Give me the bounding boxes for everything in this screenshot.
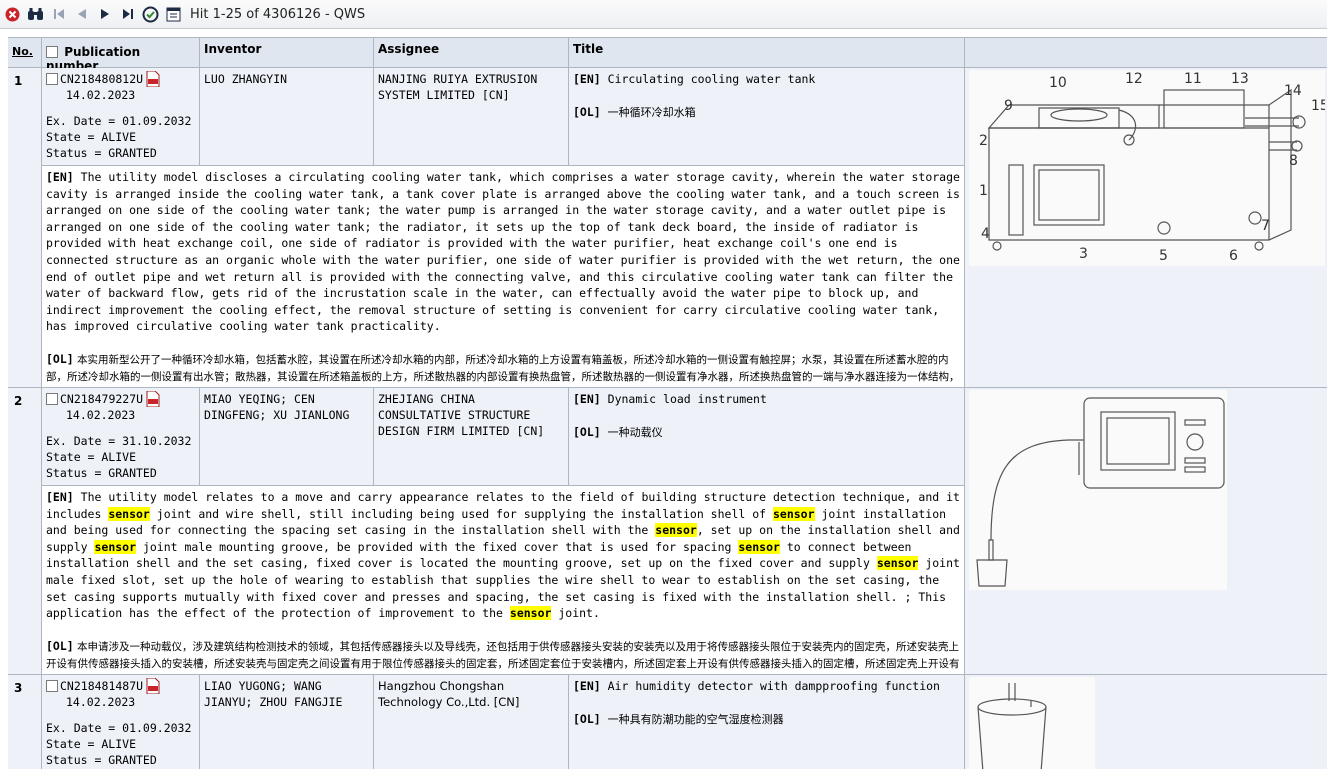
header-assignee[interactable]: Assignee — [374, 38, 569, 68]
publication-date: 14.02.2023 — [66, 695, 136, 709]
publication-number-link[interactable]: CN218479227U — [60, 392, 143, 406]
abstract-en: The utility model relates to a move and … — [46, 490, 960, 621]
header-inventor[interactable]: Inventor — [200, 38, 374, 68]
binoculars-icon[interactable] — [27, 6, 44, 23]
row-number: 3 — [8, 675, 42, 769]
publication-number-link[interactable]: CN218480812U — [60, 72, 143, 86]
abstract-cell: [EN] The utility model relates to a move… — [42, 486, 965, 675]
patent-drawing-water-tank[interactable]: 101211131415928143567 — [969, 70, 1327, 266]
abstract-text-segment: joint and wire shell, still including be… — [149, 506, 773, 521]
header-no[interactable]: No. — [8, 38, 42, 68]
search-term-highlight: sensor — [108, 506, 150, 521]
figure-callout-label: 3 — [1079, 246, 1088, 262]
row-number: 1 — [8, 68, 42, 388]
inventor-cell: LUO ZHANGYIN — [200, 68, 374, 166]
title-en: Air humidity detector with dampproofing … — [607, 679, 940, 693]
toolbar: Hit 1-25 of 4306126 - QWS — [0, 0, 1327, 29]
close-icon[interactable] — [4, 6, 21, 23]
figure-callout-label: 9 — [1004, 98, 1013, 114]
abstract-text-segment: joint male mounting groove, be provided … — [136, 539, 739, 554]
pdf-icon[interactable] — [146, 70, 160, 88]
header-image — [965, 38, 1327, 68]
legal-state: State = ALIVE — [46, 737, 137, 751]
inventor-cell: MIAO YEQING; CEN DINGFENG; XU JIANLONG — [200, 388, 374, 486]
title-en: Dynamic load instrument — [607, 392, 767, 406]
header-title[interactable]: Title — [569, 38, 965, 68]
expiry-date: Ex. Date = 01.09.2032 — [46, 114, 192, 128]
title-cell: [EN] Air humidity detector with dampproo… — [569, 675, 965, 769]
figure-callout-label: 10 — [1049, 75, 1067, 91]
figure-callout-label: 1 — [979, 183, 988, 199]
pdf-icon[interactable] — [146, 390, 160, 408]
last-page-icon[interactable] — [119, 6, 136, 23]
inventor-cell: LIAO YUGONG; WANG JIANYU; ZHOU FANGJIE — [200, 675, 374, 769]
pdf-icon[interactable] — [146, 677, 160, 695]
expiry-date: Ex. Date = 31.10.2032 — [46, 434, 192, 448]
assignee-cell: ZHEJIANG CHINA CONSULTATIVE STRUCTURE DE… — [374, 388, 569, 486]
image-cell — [965, 675, 1327, 769]
publication-cell: CN218481487U 14.02.2023 Ex. Date = 01.09… — [42, 675, 200, 769]
figure-callout-label: 2 — [979, 133, 988, 149]
search-term-highlight: sensor — [655, 523, 697, 538]
figure-callout-label: 6 — [1229, 248, 1238, 264]
figure-callout-label: 4 — [981, 226, 990, 242]
title-cell: [EN] Circulating cooling water tank [OL]… — [569, 68, 965, 166]
expiry-date: Ex. Date = 01.09.2032 — [46, 721, 192, 735]
abstract-en: The utility model discloses a circulatin… — [46, 170, 960, 334]
window-title: Hit 1-25 of 4306126 - QWS — [190, 6, 366, 22]
assignee-cell: NANJING RUIYA EXTRUSION SYSTEM LIMITED [… — [374, 68, 569, 166]
abstract-cell: [EN] The utility model discloses a circu… — [42, 166, 965, 388]
publication-cell: CN218480812U 14.02.2023 Ex. Date = 01.09… — [42, 68, 200, 166]
abstract-ol: 本申请涉及一种动载仪，涉及建筑结构检测技术的领域，其包括传感器接头以及导线壳，还… — [46, 640, 960, 670]
search-term-highlight: sensor — [509, 606, 552, 621]
abstract-text-segment: joint. — [551, 606, 600, 621]
results-table: No. Publication number Inventor Assignee… — [8, 37, 1327, 769]
figure-callout-label: 11 — [1184, 71, 1202, 87]
publication-number-link[interactable]: CN218481487U — [60, 679, 143, 693]
title-ol: 一种具有防潮功能的空气湿度检测器 — [607, 713, 784, 726]
row-checkbox[interactable] — [46, 393, 58, 405]
header-publication-number[interactable]: Publication number — [42, 38, 200, 73]
row-number: 2 — [8, 388, 42, 675]
search-term-highlight: sensor — [876, 556, 919, 571]
figure-callout-label: 7 — [1261, 218, 1270, 234]
previous-page-icon[interactable] — [73, 6, 90, 23]
document-calendar-icon — [165, 6, 182, 23]
legal-state: State = ALIVE — [46, 450, 137, 464]
figure-callout-label: 12 — [1125, 71, 1143, 87]
next-page-icon[interactable] — [96, 6, 113, 23]
select-all-checkbox[interactable] — [46, 46, 58, 58]
legal-state: State = ALIVE — [46, 130, 137, 144]
legal-status: Status = GRANTED — [46, 753, 157, 767]
first-page-icon[interactable] — [50, 6, 67, 23]
legal-status: Status = GRANTED — [46, 146, 157, 160]
refresh-check-icon[interactable] — [142, 6, 159, 23]
figure-callout-label: 13 — [1231, 71, 1249, 87]
search-term-highlight: sensor — [738, 539, 780, 554]
publication-date: 14.02.2023 — [66, 408, 136, 422]
patent-drawing-humidity-detector[interactable] — [969, 677, 1095, 769]
title-cell: [EN] Dynamic load instrument [OL] 一种动载仪 — [569, 388, 965, 486]
title-ol: 一种循环冷却水箱 — [607, 106, 696, 119]
patent-drawing-load-instrument[interactable] — [969, 390, 1227, 590]
image-cell — [965, 388, 1327, 675]
figure-callout-label: 8 — [1289, 153, 1298, 169]
legal-status: Status = GRANTED — [46, 466, 157, 480]
assignee-cell: Hangzhou Chongshan Technology Co.,Ltd. [… — [374, 675, 569, 769]
search-term-highlight: sensor — [94, 539, 137, 554]
title-ol: 一种动载仪 — [607, 426, 663, 439]
row-checkbox[interactable] — [46, 73, 58, 85]
publication-cell: CN218479227U 14.02.2023 Ex. Date = 31.10… — [42, 388, 200, 486]
publication-date: 14.02.2023 — [66, 88, 136, 102]
search-term-highlight: sensor — [772, 506, 815, 521]
abstract-ol: 本实用新型公开了一种循环冷却水箱，包括蓄水腔，其设置在所述冷却水箱的内部，所述冷… — [46, 353, 960, 383]
row-checkbox[interactable] — [46, 680, 58, 692]
figure-callout-label: 5 — [1159, 248, 1168, 264]
figure-callout-label: 15 — [1311, 98, 1325, 114]
image-cell: 101211131415928143567 — [965, 68, 1327, 388]
title-en: Circulating cooling water tank — [607, 72, 816, 86]
figure-callout-label: 14 — [1284, 83, 1302, 99]
